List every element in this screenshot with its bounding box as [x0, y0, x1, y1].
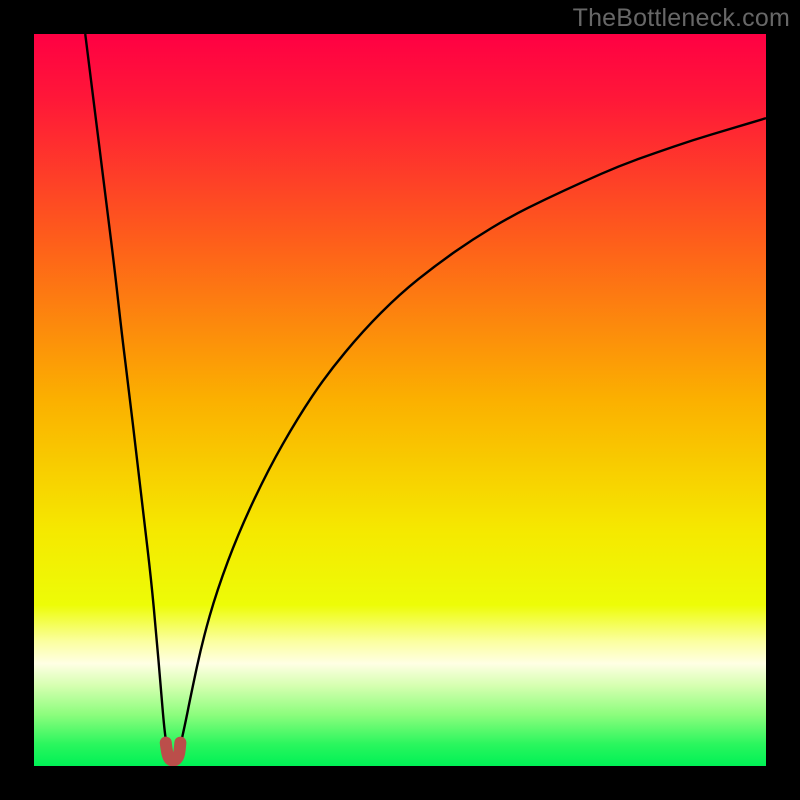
chart-background [34, 34, 766, 766]
plot-area [34, 34, 766, 766]
chart-frame: TheBottleneck.com [0, 0, 800, 800]
bottleneck-chart [34, 34, 766, 766]
watermark-text: TheBottleneck.com [573, 4, 790, 33]
